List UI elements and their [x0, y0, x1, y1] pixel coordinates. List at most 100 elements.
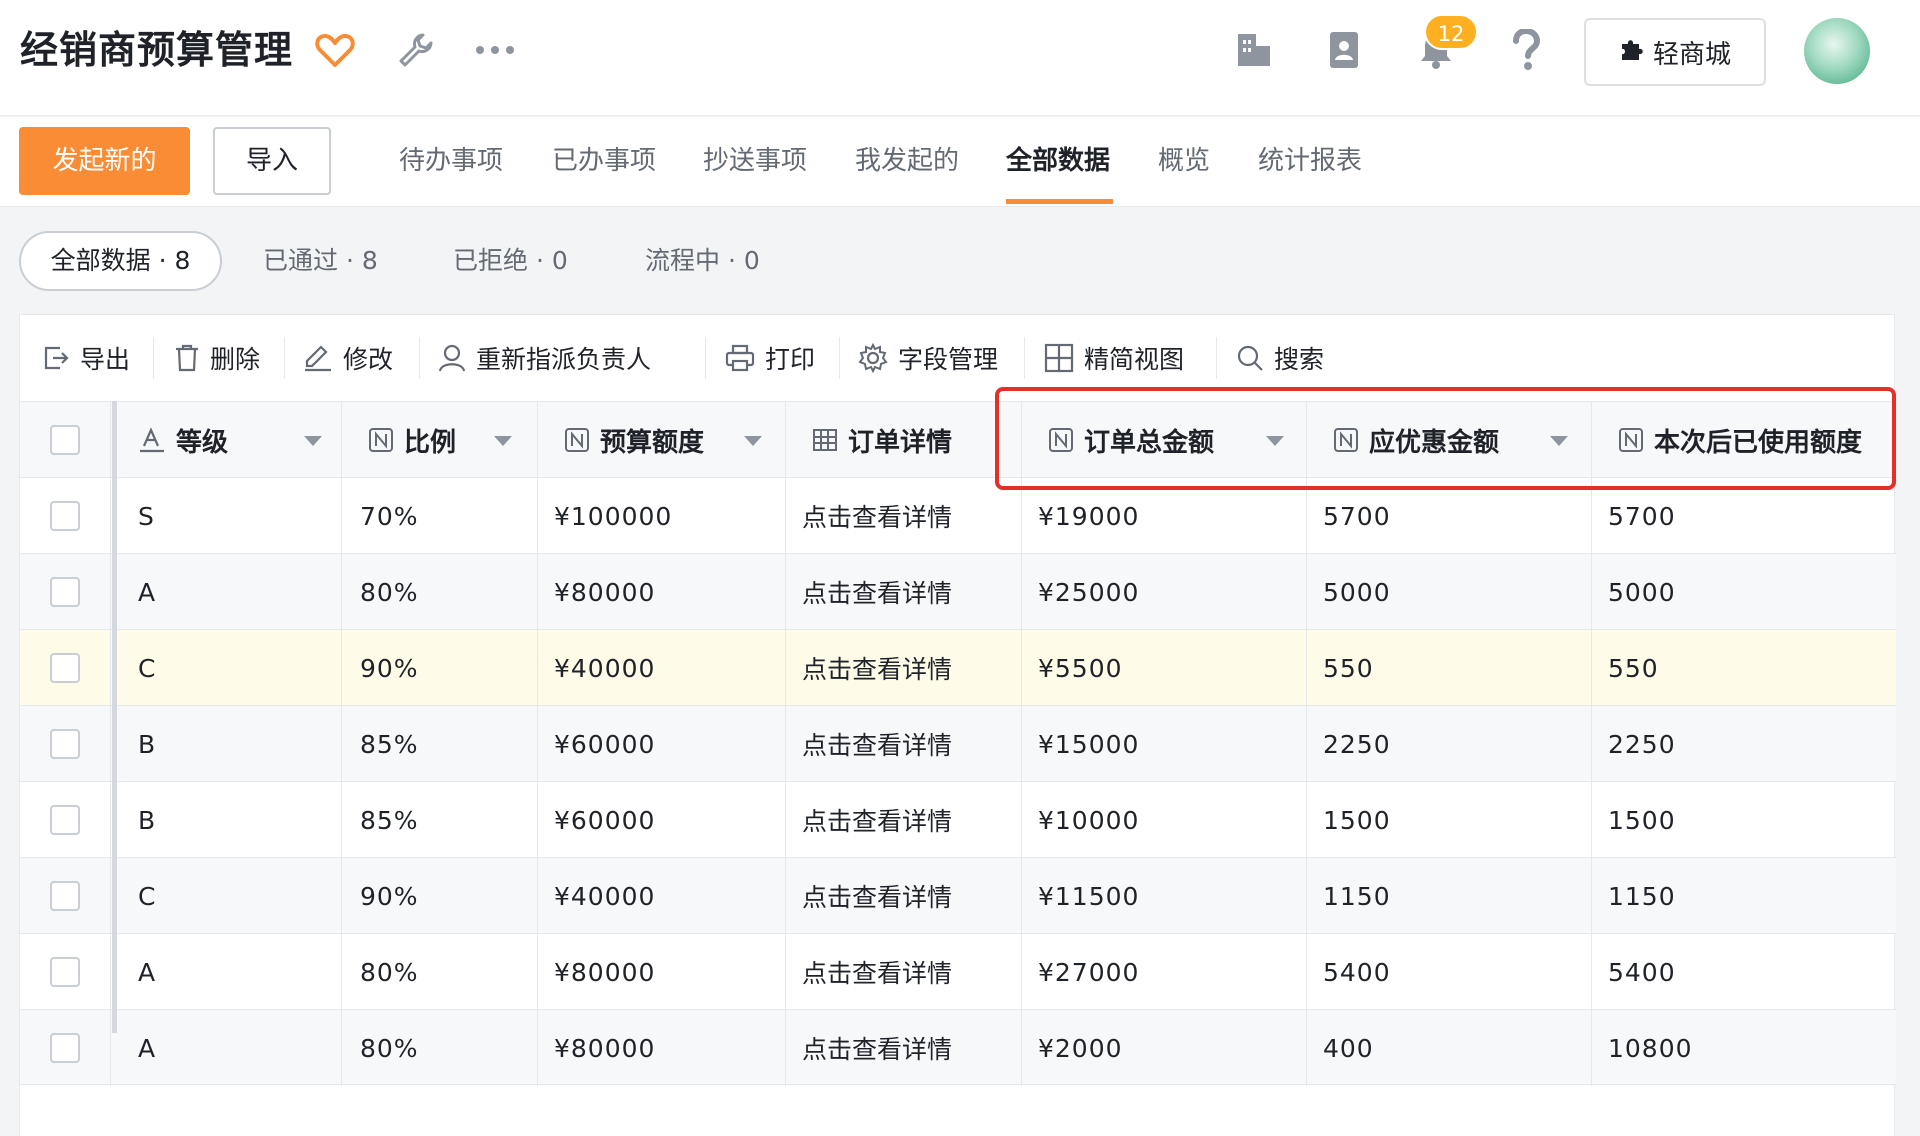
- column-header-grade[interactable]: 等级: [116, 402, 342, 478]
- order-details-link[interactable]: 点击查看详情: [786, 782, 1022, 858]
- used-quota-cell[interactable]: 5700: [1592, 478, 1896, 554]
- store-button[interactable]: 轻商城: [1584, 18, 1766, 86]
- tab-all-data[interactable]: 全部数据: [1006, 127, 1110, 195]
- print-button[interactable]: 打印: [725, 333, 815, 383]
- discount-cell[interactable]: 1150: [1307, 858, 1592, 934]
- order-total-cell[interactable]: ¥2000: [1022, 1010, 1307, 1086]
- used-quota-cell[interactable]: 1500: [1592, 782, 1896, 858]
- grade-cell[interactable]: B: [116, 706, 342, 782]
- wrench-icon[interactable]: [392, 26, 440, 74]
- ratio-cell[interactable]: 70%: [342, 478, 538, 554]
- budget-cell[interactable]: ¥80000: [538, 554, 786, 630]
- ratio-cell[interactable]: 80%: [342, 554, 538, 630]
- discount-cell[interactable]: 5000: [1307, 554, 1592, 630]
- edit-button[interactable]: 修改: [303, 333, 393, 383]
- used-quota-cell[interactable]: 2250: [1592, 706, 1896, 782]
- ratio-cell[interactable]: 90%: [342, 858, 538, 934]
- grade-cell[interactable]: A: [116, 1010, 342, 1086]
- tab-overview[interactable]: 概览: [1158, 127, 1210, 195]
- filter-passed[interactable]: 已通过 · 8: [263, 231, 378, 291]
- more-icon[interactable]: [471, 26, 519, 74]
- row-checkbox[interactable]: [50, 805, 80, 835]
- table-row[interactable]: A 80% ¥80000 点击查看详情 ¥2000 400 10800: [20, 1009, 1896, 1086]
- tab-reports[interactable]: 统计报表: [1258, 127, 1362, 195]
- row-checkbox[interactable]: [50, 881, 80, 911]
- table-row[interactable]: A 80% ¥80000 点击查看详情 ¥25000 5000 5000: [20, 553, 1896, 630]
- order-details-link[interactable]: 点击查看详情: [786, 706, 1022, 782]
- budget-cell[interactable]: ¥60000: [538, 706, 786, 782]
- discount-cell[interactable]: 2250: [1307, 706, 1592, 782]
- table-row[interactable]: C 90% ¥40000 点击查看详情 ¥11500 1150 1150: [20, 857, 1896, 934]
- budget-cell[interactable]: ¥80000: [538, 1010, 786, 1086]
- discount-cell[interactable]: 400: [1307, 1010, 1592, 1086]
- order-total-cell[interactable]: ¥19000: [1022, 478, 1307, 554]
- new-button[interactable]: 发起新的: [19, 127, 190, 195]
- export-button[interactable]: 导出: [42, 333, 130, 383]
- reassign-button[interactable]: 重新指派负责人: [438, 333, 651, 383]
- grade-cell[interactable]: A: [116, 554, 342, 630]
- order-total-cell[interactable]: ¥10000: [1022, 782, 1307, 858]
- budget-cell[interactable]: ¥40000: [538, 858, 786, 934]
- used-quota-cell[interactable]: 5000: [1592, 554, 1896, 630]
- ratio-cell[interactable]: 80%: [342, 1010, 538, 1086]
- order-details-link[interactable]: 点击查看详情: [786, 478, 1022, 554]
- order-total-cell[interactable]: ¥25000: [1022, 554, 1307, 630]
- chevron-down-icon[interactable]: [494, 436, 512, 446]
- chevron-down-icon[interactable]: [304, 436, 322, 446]
- order-details-link[interactable]: 点击查看详情: [786, 934, 1022, 1010]
- row-checkbox[interactable]: [50, 653, 80, 683]
- ratio-cell[interactable]: 80%: [342, 934, 538, 1010]
- help-icon[interactable]: [1502, 26, 1550, 74]
- grade-cell[interactable]: C: [116, 858, 342, 934]
- budget-cell[interactable]: ¥80000: [538, 934, 786, 1010]
- order-total-cell[interactable]: ¥27000: [1022, 934, 1307, 1010]
- row-checkbox[interactable]: [50, 729, 80, 759]
- column-header-discount[interactable]: 应优惠金额: [1307, 402, 1592, 478]
- import-button[interactable]: 导入: [213, 127, 331, 195]
- ratio-cell[interactable]: 90%: [342, 630, 538, 706]
- ratio-cell[interactable]: 85%: [342, 782, 538, 858]
- chevron-down-icon[interactable]: [1266, 436, 1284, 446]
- budget-cell[interactable]: ¥100000: [538, 478, 786, 554]
- used-quota-cell[interactable]: 10800: [1592, 1010, 1896, 1086]
- filter-all[interactable]: 全部数据 · 8: [19, 231, 222, 291]
- order-details-link[interactable]: 点击查看详情: [786, 858, 1022, 934]
- order-total-cell[interactable]: ¥5500: [1022, 630, 1307, 706]
- discount-cell[interactable]: 5400: [1307, 934, 1592, 1010]
- select-all-checkbox[interactable]: [50, 425, 80, 455]
- used-quota-cell[interactable]: 5400: [1592, 934, 1896, 1010]
- discount-cell[interactable]: 5700: [1307, 478, 1592, 554]
- column-header-used-quota[interactable]: 本次后已使用额度: [1592, 402, 1896, 478]
- field-management-button[interactable]: 字段管理: [858, 333, 998, 383]
- row-checkbox[interactable]: [50, 501, 80, 531]
- discount-cell[interactable]: 1500: [1307, 782, 1592, 858]
- order-total-cell[interactable]: ¥15000: [1022, 706, 1307, 782]
- budget-cell[interactable]: ¥60000: [538, 782, 786, 858]
- row-checkbox[interactable]: [50, 1033, 80, 1063]
- grade-cell[interactable]: C: [116, 630, 342, 706]
- chevron-down-icon[interactable]: [744, 436, 762, 446]
- column-header-order-total[interactable]: 订单总金额: [1022, 402, 1307, 478]
- table-row[interactable]: C 90% ¥40000 点击查看详情 ¥5500 550 550: [20, 629, 1896, 706]
- grade-cell[interactable]: B: [116, 782, 342, 858]
- column-header-budget[interactable]: 预算额度: [538, 402, 786, 478]
- heart-icon[interactable]: [311, 26, 359, 74]
- tab-done[interactable]: 已办事项: [552, 127, 656, 195]
- table-row[interactable]: B 85% ¥60000 点击查看详情 ¥15000 2250 2250: [20, 705, 1896, 782]
- budget-cell[interactable]: ¥40000: [538, 630, 786, 706]
- row-checkbox[interactable]: [50, 957, 80, 987]
- grade-cell[interactable]: S: [116, 478, 342, 554]
- row-checkbox[interactable]: [50, 577, 80, 607]
- grade-cell[interactable]: A: [116, 934, 342, 1010]
- tab-cc[interactable]: 抄送事项: [703, 127, 807, 195]
- order-details-link[interactable]: 点击查看详情: [786, 630, 1022, 706]
- contacts-icon[interactable]: [1320, 26, 1368, 74]
- discount-cell[interactable]: 550: [1307, 630, 1592, 706]
- order-total-cell[interactable]: ¥11500: [1022, 858, 1307, 934]
- table-row[interactable]: A 80% ¥80000 点击查看详情 ¥27000 5400 5400: [20, 933, 1896, 1010]
- delete-button[interactable]: 删除: [174, 333, 260, 383]
- table-row[interactable]: S 70% ¥100000 点击查看详情 ¥19000 5700 5700: [20, 477, 1896, 554]
- used-quota-cell[interactable]: 550: [1592, 630, 1896, 706]
- column-header-order-details[interactable]: 订单详情: [786, 402, 1022, 478]
- table-row[interactable]: B 85% ¥60000 点击查看详情 ¥10000 1500 1500: [20, 781, 1896, 858]
